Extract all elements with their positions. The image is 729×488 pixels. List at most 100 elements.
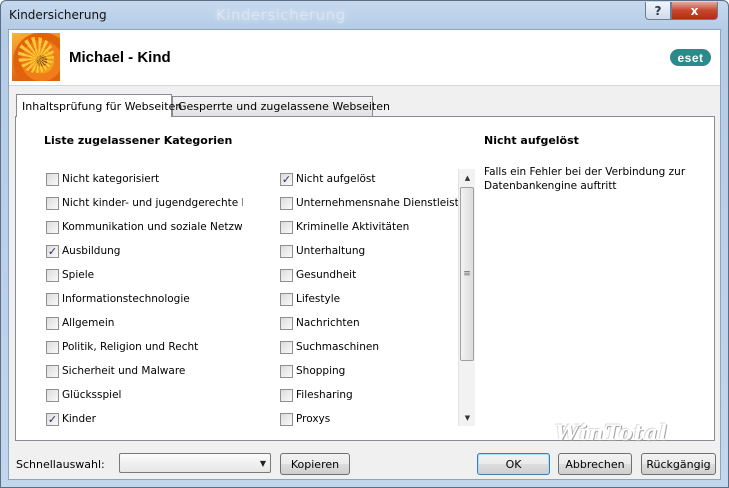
category-checkbox[interactable] <box>46 340 59 354</box>
category-item[interactable]: Suchmaschinen <box>280 335 466 359</box>
category-item[interactable]: ✓ Nicht aufgelöst <box>280 167 466 191</box>
category-label: Sicherheit und Malware <box>62 365 186 377</box>
category-item[interactable]: Allgemein <box>46 311 243 335</box>
category-checkbox[interactable] <box>46 196 59 210</box>
category-checkbox[interactable] <box>46 316 59 330</box>
category-scrollbar[interactable]: ▲ ≡ ▼ <box>458 169 475 426</box>
category-label: Politik, Religion und Recht <box>62 341 199 353</box>
category-label: Nachrichten <box>296 317 360 329</box>
cancel-button[interactable]: Abbrechen <box>558 453 632 475</box>
help-button[interactable]: ? <box>645 2 671 20</box>
category-label: Kommunikation und soziale Netzwerke <box>62 221 243 233</box>
category-item[interactable]: Glücksspiel <box>46 383 243 407</box>
category-checkbox[interactable] <box>46 268 59 282</box>
eset-logo: eset <box>670 49 711 66</box>
category-item[interactable]: Gesundheit <box>280 263 466 287</box>
quick-select-dropdown[interactable]: ▼ <box>119 453 271 473</box>
category-item[interactable]: Nicht kategorisiert <box>46 167 243 191</box>
title-bar-ghost-text: Kindersicherung <box>216 6 346 24</box>
help-icon: ? <box>654 3 662 18</box>
category-checkbox[interactable]: ✓ <box>280 172 293 186</box>
category-label: Nicht aufgelöst <box>296 173 376 185</box>
scroll-down-icon[interactable]: ▼ <box>459 409 476 426</box>
grip-icon: ≡ <box>463 269 471 279</box>
category-label: Allgemein <box>62 317 115 329</box>
category-item[interactable]: Sicherheit und Malware <box>46 359 243 383</box>
category-label: Kinder <box>62 413 96 425</box>
category-label: Unternehmensnahe Dienstleistu <box>296 197 466 209</box>
category-list-title: Liste zugelassener Kategorien <box>44 134 233 147</box>
info-description: Falls ein Fehler bei der Verbindung zur … <box>484 166 686 192</box>
category-label: Filesharing <box>296 389 353 401</box>
category-checkbox[interactable] <box>46 292 59 306</box>
category-item[interactable]: Nicht kinder- und jugendgerechte Inha <box>46 191 243 215</box>
tab-gesperrte-webseiten[interactable]: Gesperrte und zugelassene Webseiten <box>172 96 390 116</box>
category-label: Kriminelle Aktivitäten <box>296 221 410 233</box>
category-item[interactable]: Spiele <box>46 263 243 287</box>
info-title: Nicht aufgelöst <box>484 134 579 147</box>
chevron-down-icon: ▼ <box>259 459 266 468</box>
window-title: Kindersicherung <box>9 8 107 22</box>
category-checkbox[interactable] <box>46 364 59 378</box>
category-label: Gesundheit <box>296 269 357 281</box>
category-label: Shopping <box>296 365 346 377</box>
category-item[interactable]: Shopping <box>280 359 466 383</box>
category-checkbox[interactable] <box>280 388 293 402</box>
watermark: WinTotal <box>555 420 668 445</box>
category-checkbox[interactable] <box>280 268 293 282</box>
copy-button[interactable]: Kopieren <box>280 453 350 475</box>
dialog-client-area: Michael - Kind eset Inhaltsprüfung für W… <box>8 29 721 480</box>
scroll-up-icon[interactable]: ▲ <box>459 169 476 186</box>
category-checkbox[interactable] <box>46 220 59 234</box>
category-item[interactable]: Proxys <box>280 407 466 429</box>
dialog-window: Kindersicherung Kindersicherung ? x Mich… <box>0 0 729 488</box>
user-header: Michael - Kind eset <box>9 30 720 86</box>
category-item[interactable]: Unterhaltung <box>280 239 466 263</box>
category-label: Nicht kategorisiert <box>62 173 160 185</box>
category-item[interactable]: Unternehmensnahe Dienstleistu <box>280 191 466 215</box>
user-avatar <box>12 33 60 81</box>
category-item[interactable]: Kriminelle Aktivitäten <box>280 215 466 239</box>
category-label: Glücksspiel <box>62 389 122 401</box>
quick-select-label: Schnellauswahl: <box>16 458 105 471</box>
category-item[interactable]: Kommunikation und soziale Netzwerke <box>46 215 243 239</box>
tab-panel: Liste zugelassener Kategorien Nicht kate… <box>15 116 715 441</box>
category-checkbox[interactable] <box>280 196 293 210</box>
category-checkbox[interactable]: ✓ <box>46 412 59 426</box>
category-list: Nicht kategorisiert Nicht kinder- und jug… <box>46 167 466 429</box>
category-item[interactable]: Filesharing <box>280 383 466 407</box>
category-checkbox[interactable]: ✓ <box>46 244 59 258</box>
category-checkbox[interactable] <box>280 316 293 330</box>
category-label: Informationstechnologie <box>62 293 190 305</box>
category-item[interactable]: ✓ Ausbildung <box>46 239 243 263</box>
undo-button[interactable]: Rückgängig <box>641 453 716 475</box>
category-item[interactable]: Politik, Religion und Recht <box>46 335 243 359</box>
category-checkbox[interactable] <box>280 292 293 306</box>
ok-button[interactable]: OK <box>477 453 550 475</box>
category-column-right: ✓ Nicht aufgelöst Unternehmensnahe Dienstl… <box>280 167 466 429</box>
category-label: Ausbildung <box>62 245 121 257</box>
category-column-left: Nicht kategorisiert Nicht kinder- und jug… <box>46 167 243 429</box>
tab-inhaltspruefung[interactable]: Inhaltsprüfung für Webseiten <box>16 94 182 117</box>
category-checkbox[interactable] <box>280 220 293 234</box>
category-item[interactable]: ✓ Kinder <box>46 407 243 429</box>
category-label: Proxys <box>296 413 331 425</box>
close-button[interactable]: x <box>671 2 718 20</box>
user-name: Michael - Kind <box>69 49 171 66</box>
category-checkbox[interactable] <box>46 388 59 402</box>
category-label: Unterhaltung <box>296 245 366 257</box>
scroll-thumb[interactable]: ≡ <box>460 187 474 361</box>
close-icon: x <box>690 3 699 18</box>
category-label: Lifestyle <box>296 293 341 305</box>
category-label: Suchmaschinen <box>296 341 379 353</box>
category-checkbox[interactable] <box>46 172 59 186</box>
category-checkbox[interactable] <box>280 412 293 426</box>
category-item[interactable]: Informationstechnologie <box>46 287 243 311</box>
category-checkbox[interactable] <box>280 340 293 354</box>
category-checkbox[interactable] <box>280 244 293 258</box>
category-label: Nicht kinder- und jugendgerechte Inha <box>62 197 243 209</box>
category-item[interactable]: Lifestyle <box>280 287 466 311</box>
category-checkbox[interactable] <box>280 364 293 378</box>
bottom-bar: Schnellauswahl: ▼ Kopieren OK Abbrechen … <box>9 448 720 478</box>
category-item[interactable]: Nachrichten <box>280 311 466 335</box>
